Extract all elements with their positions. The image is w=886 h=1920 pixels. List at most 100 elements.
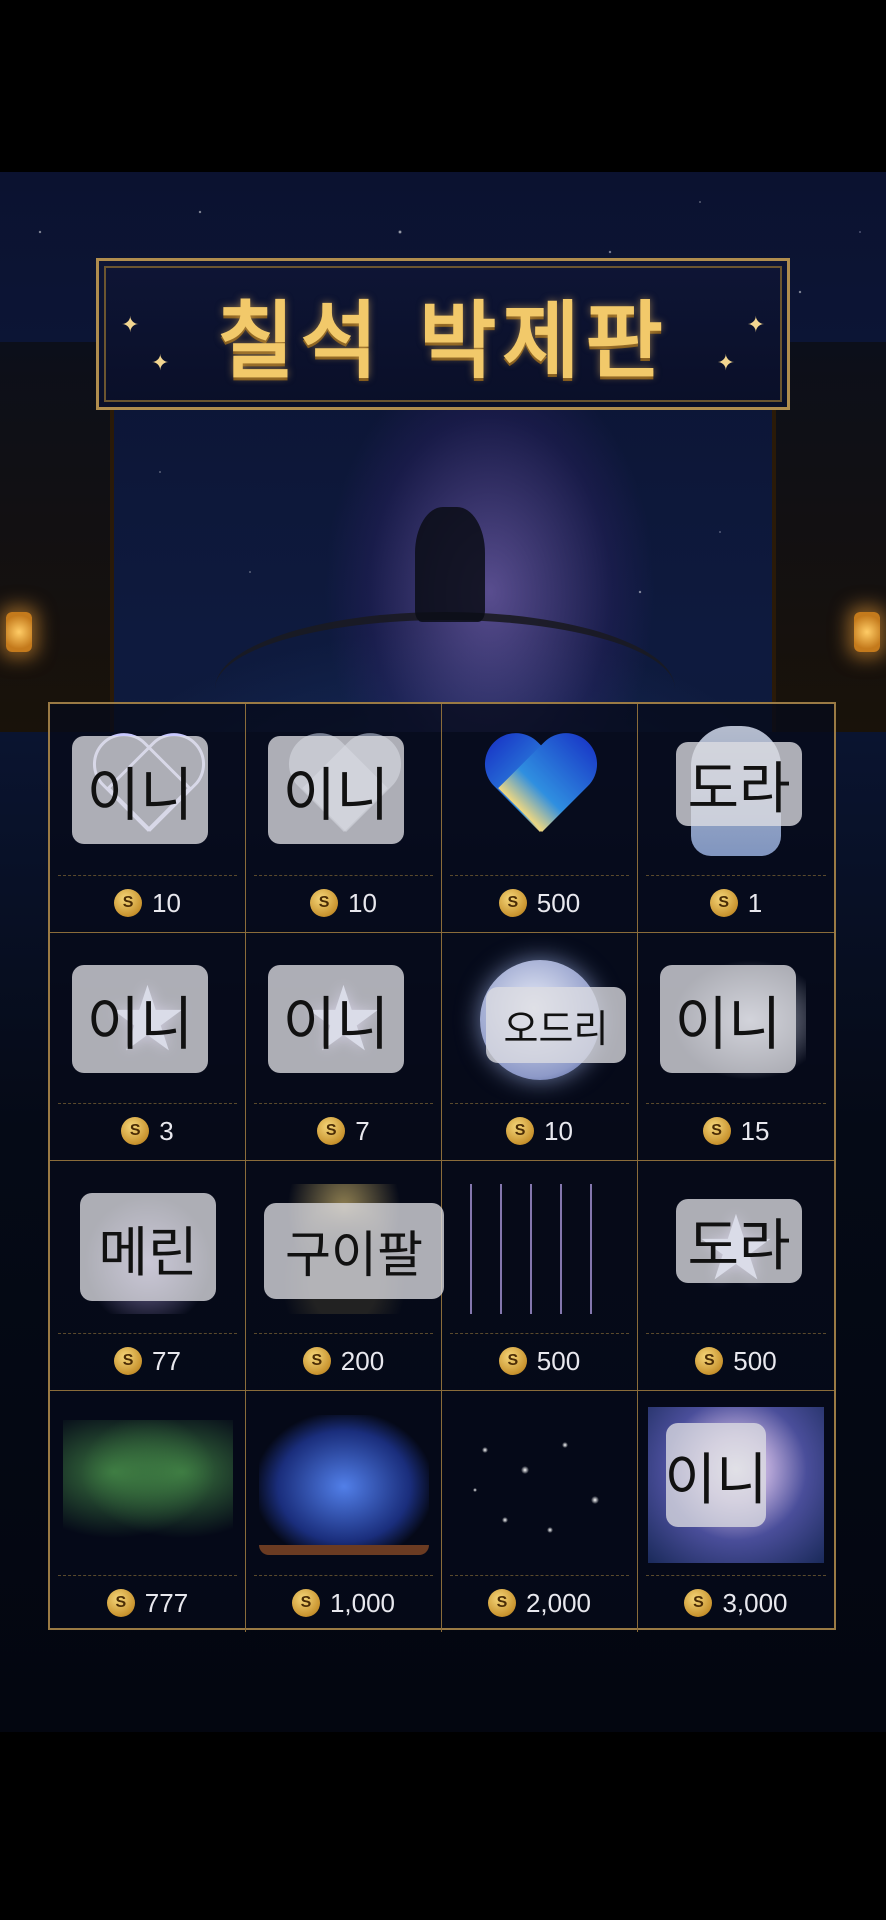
sticker-board-grid: 이니S10이니S10S500도라S1★이니S3★이니S7오드리S10이니S15메… — [48, 702, 836, 1632]
price-value: 2,000 — [525, 1587, 592, 1618]
coin-icon: S — [114, 889, 143, 917]
sticker-slot[interactable]: 이니 S 10 — [50, 704, 246, 933]
coin-icon: S — [498, 1347, 527, 1375]
divider — [254, 1103, 433, 1104]
sticker-thumbnail: 도라 — [646, 712, 826, 870]
owner-name-label: 메린 — [80, 1193, 216, 1301]
coin-icon: S — [709, 889, 738, 917]
owner-name-label: 이니 — [72, 965, 208, 1073]
sticker-slot[interactable]: S 500 — [442, 704, 638, 933]
sticker-slot[interactable]: 오드리 S 10 — [442, 933, 638, 1161]
divider — [646, 875, 826, 876]
divider — [58, 875, 237, 876]
screen: ✦ ✦ ✦ ✦ 칠석 박제판 이니S10이니S10S500도라S1★이니S3★이… — [0, 0, 886, 1920]
galaxy-book-icon — [258, 1414, 429, 1555]
lantern-icon — [854, 612, 880, 652]
price-tag: S3 — [50, 1114, 245, 1148]
price-tag: S1 — [638, 886, 834, 920]
sticker-slot[interactable]: ★이니 S7 — [246, 933, 442, 1161]
coin-icon: S — [114, 1347, 143, 1375]
divider — [646, 1103, 826, 1104]
price-tag: S 10 — [442, 1114, 637, 1148]
sticker-slot[interactable]: 이니 S 10 — [246, 704, 442, 933]
price-tag: S 200 — [246, 1344, 441, 1378]
sticker-thumbnail — [450, 1399, 629, 1570]
price-value: 15 — [740, 1115, 770, 1146]
divider — [254, 875, 433, 876]
sticker-thumbnail — [450, 1169, 629, 1328]
bamboo-tanabata-icon — [62, 1419, 233, 1550]
divider — [646, 1575, 826, 1576]
sticker-slot[interactable]: 구이팔 S 200 — [246, 1161, 444, 1391]
divider — [58, 1103, 237, 1104]
sparkle-icon: ✦ — [121, 313, 140, 338]
price-value: 500 — [536, 887, 581, 918]
divider — [58, 1333, 237, 1334]
price-tag: S 500 — [442, 1344, 637, 1378]
coin-icon: S — [106, 1589, 135, 1617]
price-tag: S 3,000 — [638, 1586, 834, 1620]
sticker-thumbnail: 이니 — [254, 712, 433, 870]
coin-icon: S — [506, 1117, 535, 1145]
owner-name-label: 도라 — [676, 1199, 802, 1283]
coin-icon: S — [291, 1589, 320, 1617]
sparkle-icon: ✦ — [151, 351, 170, 376]
sticker-thumbnail: 이니 — [646, 1399, 826, 1570]
sticker-slot[interactable]: 이니 S 15 — [638, 933, 834, 1161]
owner-name-label: 이니 — [664, 1423, 768, 1527]
lantern-icon — [6, 612, 32, 652]
sticker-thumbnail — [254, 1399, 433, 1570]
sticker-slot[interactable]: S 2,000 — [442, 1391, 638, 1632]
sticker-slot[interactable]: S 1,000 — [246, 1391, 442, 1632]
sticker-thumbnail — [58, 1399, 237, 1570]
price-tag: S 10 — [246, 886, 441, 920]
price-value: 10 — [544, 1115, 573, 1146]
price-tag: S 15 — [638, 1114, 834, 1148]
sticker-thumbnail: ★이니 — [254, 941, 433, 1098]
owner-name-label: 오드리 — [486, 987, 626, 1063]
owner-name-label: 이니 — [660, 965, 796, 1073]
price-tag: S 2,000 — [442, 1586, 637, 1620]
price-value: 500 — [733, 1345, 777, 1376]
divider — [450, 1575, 629, 1576]
divider — [450, 1103, 629, 1104]
sticker-slot[interactable]: S 500 — [442, 1161, 638, 1391]
price-tag: S 10 — [50, 886, 245, 920]
sparkle-icon: ✦ — [746, 313, 765, 338]
sticker-slot[interactable]: S 777 — [50, 1391, 246, 1632]
sticker-slot[interactable]: 이니 S 3,000 — [638, 1391, 834, 1632]
owner-name-label: 도라 — [676, 742, 802, 826]
price-value: 10 — [348, 887, 377, 918]
coin-icon: S — [702, 1117, 731, 1145]
price-value: 500 — [536, 1345, 581, 1376]
price-value: 7 — [355, 1115, 370, 1146]
sticker-thumbnail: 오드리 — [450, 941, 629, 1098]
owner-name-label: 이니 — [268, 965, 404, 1073]
constellation-icon — [454, 1419, 625, 1550]
divider — [450, 875, 629, 876]
price-value: 3,000 — [722, 1587, 788, 1618]
sticker-slot[interactable]: 메린 S 77 — [50, 1161, 246, 1391]
coin-icon: S — [684, 1589, 713, 1617]
sticker-thumbnail: 이니 — [646, 941, 826, 1098]
price-value: 77 — [152, 1345, 181, 1376]
price-tag: S7 — [246, 1114, 441, 1148]
divider — [58, 1575, 237, 1576]
divider — [254, 1333, 433, 1334]
page-title: 칠석 박제판 — [217, 290, 669, 390]
sky-lantern-heart-icon — [480, 736, 600, 846]
couple-silhouette — [415, 507, 485, 622]
price-tag: S 500 — [638, 1344, 834, 1378]
sticker-slot[interactable]: 도라 S 1 — [638, 704, 834, 933]
sticker-slot[interactable]: ★도라 S 500 — [638, 1161, 834, 1391]
coin-icon: S — [310, 889, 339, 917]
sticker-thumbnail: 구이팔 — [254, 1169, 444, 1328]
sticker-thumbnail: 이니 — [58, 712, 237, 870]
wind-chimes-icon — [459, 1183, 620, 1314]
price-value: 200 — [340, 1345, 385, 1376]
price-value: 1 — [747, 887, 763, 918]
coin-icon: S — [317, 1117, 346, 1145]
sticker-slot[interactable]: ★이니 S3 — [50, 933, 246, 1161]
coin-icon: S — [487, 1589, 516, 1617]
coin-icon: S — [498, 889, 527, 917]
